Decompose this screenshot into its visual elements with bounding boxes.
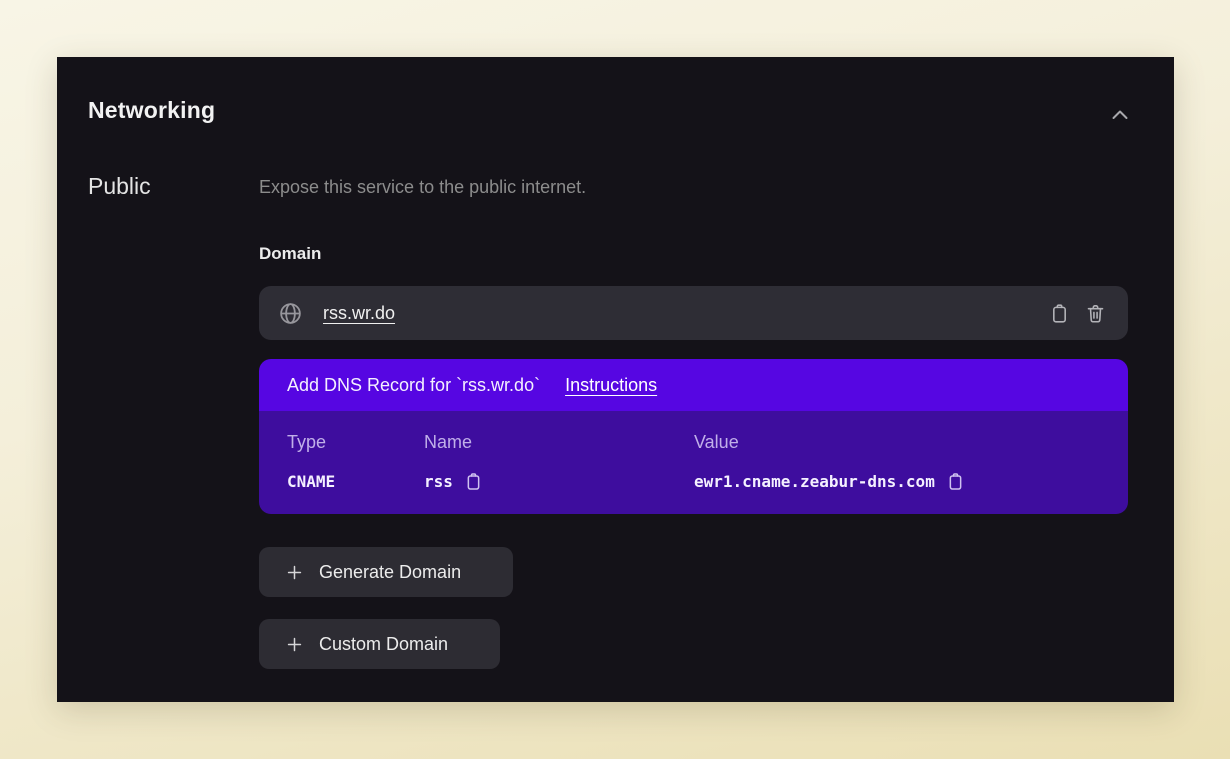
domain-row: rss.wr.do [259,286,1128,340]
dns-value-value: ewr1.cname.zeabur-dns.com [694,472,935,491]
dns-record-name: rss [424,472,694,491]
dns-record-body: Type Name Value CNAME rss [259,411,1128,514]
dns-record-table: Type Name Value CNAME rss [287,432,1100,491]
public-section-content: Expose this service to the public intern… [259,176,1128,669]
copy-icon[interactable] [1044,298,1074,328]
copy-name-icon[interactable] [464,472,483,491]
custom-domain-button[interactable]: Custom Domain [259,619,500,669]
dns-record-value: ewr1.cname.zeabur-dns.com [694,472,1100,491]
instructions-link[interactable]: Instructions [565,375,657,396]
generate-domain-label: Generate Domain [319,562,461,583]
trash-icon[interactable] [1080,298,1110,328]
plus-icon [285,635,304,654]
panel-title: Networking [88,97,215,124]
dns-col-type: Type [287,432,424,453]
dns-name-value: rss [424,472,453,491]
public-label: Public [88,173,151,200]
dns-col-name: Name [424,432,694,453]
dns-record-type: CNAME [287,472,424,491]
dns-record-header: Add DNS Record for `rss.wr.do` Instructi… [259,359,1128,411]
dns-col-value: Value [694,432,1100,453]
globe-icon [278,301,303,326]
dns-record-title: Add DNS Record for `rss.wr.do` [287,375,540,396]
dns-type-value: CNAME [287,472,335,491]
networking-panel: Networking Public Expose this service to… [57,57,1174,702]
dns-record-box: Add DNS Record for `rss.wr.do` Instructi… [259,359,1128,514]
plus-icon [285,563,304,582]
copy-value-icon[interactable] [946,472,965,491]
custom-domain-label: Custom Domain [319,634,448,655]
public-description: Expose this service to the public intern… [259,176,1128,198]
domain-label: Domain [259,244,1128,264]
chevron-up-icon[interactable] [1106,101,1134,129]
generate-domain-button[interactable]: Generate Domain [259,547,513,597]
domain-link[interactable]: rss.wr.do [323,303,395,324]
